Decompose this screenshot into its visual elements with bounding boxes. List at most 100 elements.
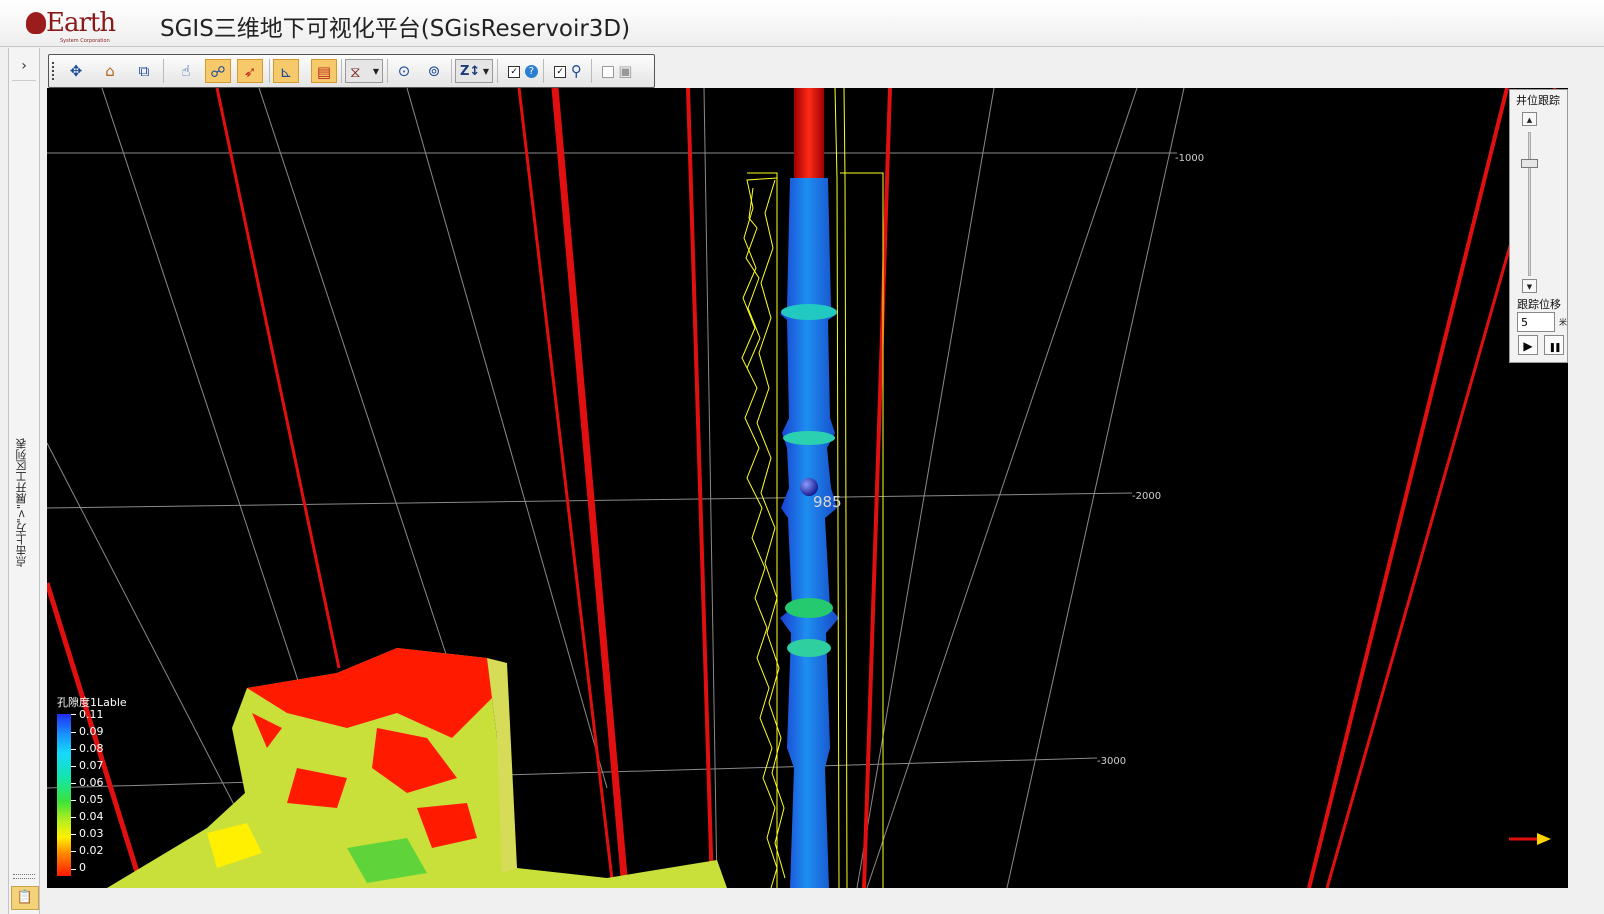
- legend-value: 0.03: [79, 827, 104, 840]
- toolbar-separator: [163, 59, 164, 83]
- offset-label: 跟踪位移: [1517, 298, 1561, 311]
- pointer-icon: ☝: [181, 62, 191, 80]
- clipboard-icon: 📋: [16, 890, 34, 905]
- view-down-button[interactable]: ⊚: [421, 59, 447, 83]
- tracking-panel-title: 井位跟踪: [1516, 94, 1560, 107]
- home-icon: ⌂: [105, 62, 115, 80]
- eye-down-icon: ⊚: [427, 62, 441, 80]
- expand-hint-text: 点击上方">"展开工区列表: [15, 438, 28, 568]
- 3d-scene[interactable]: -1000 -2000 -3000 985: [47, 88, 1568, 888]
- light-source-dropdown[interactable]: ⧖ ▼: [345, 59, 383, 83]
- 3d-box-button[interactable]: ⧉: [131, 59, 157, 83]
- legend-tick: [71, 749, 76, 750]
- pause-button[interactable]: ❚❚: [1544, 335, 1564, 355]
- legend-tick: [71, 714, 76, 715]
- depth-label: -1000: [1175, 153, 1204, 164]
- z-scale-dropdown[interactable]: Z↕ ▼: [455, 59, 493, 83]
- reservoir-surface[interactable]: [107, 648, 727, 888]
- pan-tool-button[interactable]: ✥: [63, 59, 89, 83]
- offset-input[interactable]: [1517, 312, 1555, 332]
- toolbar-grip[interactable]: [52, 62, 57, 80]
- move-arrows-icon: ✥: [69, 62, 83, 80]
- 3d-viewport[interactable]: -1000 -2000 -3000 985 孔隙度1Lable 0.11 0.0…: [47, 88, 1568, 888]
- view-up-button[interactable]: ⊙: [391, 59, 417, 83]
- play-icon: ▶: [1523, 339, 1533, 353]
- link-nodes-icon: ☍: [210, 63, 226, 81]
- slider-up-button[interactable]: ▲: [1522, 112, 1537, 126]
- z-scale-icon: Z↕: [460, 64, 481, 79]
- select-tool-button[interactable]: ☝: [173, 59, 199, 83]
- eye-up-icon: ⊙: [397, 62, 411, 80]
- legend-tick: [71, 766, 76, 767]
- well-link-button[interactable]: ☍: [205, 59, 231, 83]
- porosity-legend: 孔隙度1Lable 0.11 0.09 0.08 0.07 0.06 0.05 …: [55, 694, 175, 884]
- legend-value: 0.02: [79, 844, 104, 857]
- trajectory-button[interactable]: ➶: [237, 59, 263, 83]
- report-checkbox[interactable]: [601, 65, 614, 78]
- toolbar-separator: [451, 59, 452, 83]
- logo-mark-icon: [26, 12, 46, 34]
- axis-grid-button[interactable]: ⊾: [273, 59, 299, 83]
- pause-icon: ❚❚: [1548, 343, 1561, 353]
- legend-tick: [71, 851, 76, 852]
- expand-panel-button[interactable]: ›: [12, 52, 36, 81]
- chevron-down-icon: ▼: [372, 67, 379, 76]
- triangle-down-icon: ▼: [1526, 283, 1533, 291]
- app-title: SGIS三维地下可视化平台(SGisReservoir3D): [160, 16, 631, 42]
- slider-down-button[interactable]: ▼: [1522, 279, 1537, 293]
- depth-labels: -1000 -2000 -3000: [1097, 153, 1204, 767]
- info-checkbox[interactable]: ✓: [508, 65, 521, 78]
- triangle-up-icon: ▲: [1526, 116, 1533, 124]
- report-icon: ▣: [618, 62, 633, 80]
- clipboard-tool-button[interactable]: 📋: [11, 886, 39, 910]
- well-track-button[interactable]: ✓ ⚲: [549, 59, 587, 83]
- legend-value: 0.09: [79, 725, 104, 738]
- legend-color-ramp: [57, 714, 71, 876]
- home-view-button[interactable]: ⌂: [97, 59, 123, 83]
- rocket-icon: ➶: [243, 63, 257, 81]
- legend-tick: [71, 783, 76, 784]
- panel-grip-icon[interactable]: [13, 874, 35, 879]
- toolbar-separator: [543, 59, 544, 83]
- legend-tick: [71, 834, 76, 835]
- company-logo: Earth System Corporation: [24, 8, 124, 44]
- application-window: Earth System Corporation SGIS三维地下可视化平台(S…: [0, 0, 1604, 914]
- well-label: 985: [813, 493, 842, 511]
- toolbar-separator: [591, 59, 592, 83]
- cube-icon: ⧉: [138, 62, 150, 80]
- info-toggle-button[interactable]: ✓ ?: [505, 59, 541, 83]
- logo-subtitle: System Corporation: [60, 38, 110, 44]
- report-view-button[interactable]: ▣: [597, 59, 637, 83]
- help-bubble-icon: ?: [524, 65, 538, 78]
- offset-unit: 米: [1559, 318, 1567, 327]
- title-bar: Earth System Corporation SGIS三维地下可视化平台(S…: [0, 0, 1604, 47]
- well-tracking-panel: 井位跟踪 ▲ ▼ 跟踪位移 米 ▶ ❚❚: [1509, 89, 1568, 363]
- legend-value: 0.11: [79, 708, 104, 721]
- logo-word: Earth: [46, 8, 116, 38]
- depth-label: -3000: [1097, 756, 1126, 767]
- play-button[interactable]: ▶: [1518, 335, 1538, 355]
- legend-tick: [71, 732, 76, 733]
- legend-value: 0.05: [79, 793, 104, 806]
- color-bar-button[interactable]: ▤: [311, 59, 337, 83]
- toolbar-separator: [497, 59, 498, 83]
- depth-label: -2000: [1132, 491, 1161, 502]
- tracking-slider-thumb[interactable]: [1521, 159, 1538, 168]
- chevron-down-icon: ▼: [482, 67, 489, 76]
- left-collapsed-panel: › 点击上方">"展开工区列表 📋 ⩓: [8, 48, 40, 914]
- legend-value: 0.04: [79, 810, 104, 823]
- legend-tick: [71, 800, 76, 801]
- legend-value: 0.06: [79, 776, 104, 789]
- tracking-slider-track[interactable]: [1528, 132, 1531, 276]
- colorbar-icon: ▤: [316, 63, 332, 81]
- tracking-direction-icon: [1509, 833, 1551, 845]
- well-eye-icon: ⚲: [570, 62, 582, 80]
- toolbar-separator: [269, 59, 270, 83]
- toolbar-separator: [341, 59, 342, 83]
- legend-value: 0.08: [79, 742, 104, 755]
- axis-icon: ⊾: [279, 63, 293, 81]
- lamp-icon: ⧖: [350, 63, 361, 81]
- well-track-checkbox[interactable]: ✓: [554, 65, 567, 78]
- main-toolbar: ✥ ⌂ ⧉ ☝ ☍ ➶ ⊾ ▤ ⧖ ▼ ⊙ ⊚ Z↕ ▼ ✓ ? ✓ ⚲ ▣: [48, 54, 655, 88]
- legend-tick: [71, 817, 76, 818]
